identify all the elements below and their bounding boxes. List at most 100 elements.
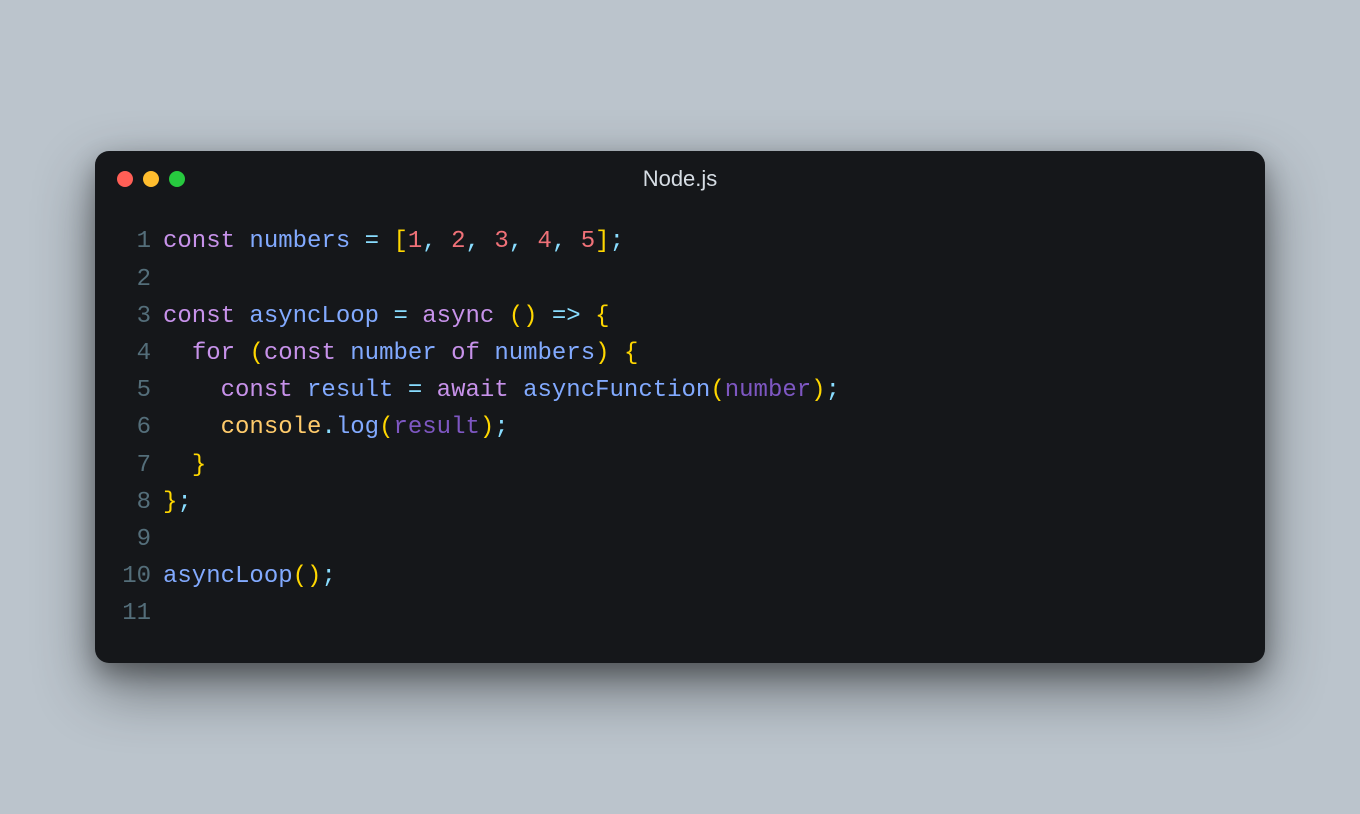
token-builtin: console	[221, 414, 322, 441]
line-number: 9	[95, 521, 163, 558]
token-operator: =	[393, 303, 407, 330]
token-plain	[163, 377, 221, 404]
token-var: numbers	[249, 228, 350, 255]
token-bracket: )	[595, 340, 609, 367]
code-line: 8};	[95, 484, 1265, 521]
token-plain	[566, 228, 580, 255]
token-punct: ,	[552, 228, 566, 255]
token-operator: =	[365, 228, 379, 255]
token-plain	[408, 303, 422, 330]
token-bracket: (	[379, 414, 393, 441]
code-line: 6 console.log(result);	[95, 409, 1265, 446]
token-bracket: (	[249, 340, 263, 367]
token-keyword: async	[422, 303, 494, 330]
token-punct: ;	[321, 563, 335, 590]
token-plain	[437, 340, 451, 367]
token-plain	[610, 340, 624, 367]
token-plain	[437, 228, 451, 255]
line-content: asyncLoop();	[163, 558, 336, 595]
line-number: 4	[95, 335, 163, 372]
token-func: asyncLoop	[163, 563, 293, 590]
token-plain	[538, 303, 552, 330]
maximize-button[interactable]	[169, 171, 185, 187]
token-number: 3	[494, 228, 508, 255]
code-line: 5 const result = await asyncFunction(num…	[95, 372, 1265, 409]
token-plain	[581, 303, 595, 330]
token-punct: ,	[466, 228, 480, 255]
token-punct: ;	[494, 414, 508, 441]
token-punct: ;	[826, 377, 840, 404]
line-number: 11	[95, 595, 163, 632]
token-plain	[163, 452, 192, 479]
token-func: asyncLoop	[249, 303, 379, 330]
token-punct: .	[321, 414, 335, 441]
token-operator: =	[408, 377, 422, 404]
line-content: console.log(result);	[163, 409, 509, 446]
code-editor[interactable]: 1const numbers = [1, 2, 3, 4, 5];23const…	[95, 195, 1265, 662]
token-plain	[379, 228, 393, 255]
code-line: 4 for (const number of numbers) {	[95, 335, 1265, 372]
token-bracket: (	[509, 303, 523, 330]
token-bracket: )	[480, 414, 494, 441]
code-line: 2	[95, 261, 1265, 298]
minimize-button[interactable]	[143, 171, 159, 187]
token-var: number	[350, 340, 436, 367]
close-button[interactable]	[117, 171, 133, 187]
token-keyword: const	[163, 228, 235, 255]
token-plain	[350, 228, 364, 255]
token-plain	[163, 414, 221, 441]
token-keyword: const	[221, 377, 293, 404]
code-line: 1const numbers = [1, 2, 3, 4, 5];	[95, 223, 1265, 260]
token-bracket: }	[192, 452, 206, 479]
line-content: };	[163, 484, 192, 521]
token-plain	[393, 377, 407, 404]
token-keyword: of	[451, 340, 480, 367]
line-number: 5	[95, 372, 163, 409]
token-punct: ,	[509, 228, 523, 255]
token-plain	[494, 303, 508, 330]
traffic-lights	[117, 171, 185, 187]
code-window: Node.js 1const numbers = [1, 2, 3, 4, 5]…	[95, 151, 1265, 662]
line-content: const numbers = [1, 2, 3, 4, 5];	[163, 223, 624, 260]
token-number: 2	[451, 228, 465, 255]
line-content: for (const number of numbers) {	[163, 335, 638, 372]
token-bracket: {	[595, 303, 609, 330]
token-bracket: ]	[595, 228, 609, 255]
token-bracket: {	[624, 340, 638, 367]
line-number: 3	[95, 298, 163, 335]
token-param: number	[725, 377, 811, 404]
token-plain	[235, 340, 249, 367]
window-title: Node.js	[643, 166, 718, 192]
token-plain	[235, 228, 249, 255]
token-bracket: )	[307, 563, 321, 590]
token-number: 1	[408, 228, 422, 255]
code-line: 7 }	[95, 447, 1265, 484]
token-plain	[523, 228, 537, 255]
token-bracket: )	[523, 303, 537, 330]
line-number: 2	[95, 261, 163, 298]
token-func: asyncFunction	[523, 377, 710, 404]
line-content: const asyncLoop = async () => {	[163, 298, 610, 335]
token-plain	[235, 303, 249, 330]
line-number: 6	[95, 409, 163, 446]
token-bracket: [	[393, 228, 407, 255]
token-punct: ;	[610, 228, 624, 255]
token-plain	[293, 377, 307, 404]
token-plain	[422, 377, 436, 404]
token-plain	[480, 340, 494, 367]
line-number: 8	[95, 484, 163, 521]
line-number: 1	[95, 223, 163, 260]
token-keyword: await	[437, 377, 509, 404]
token-property: log	[336, 414, 379, 441]
code-line: 10asyncLoop();	[95, 558, 1265, 595]
code-line: 9	[95, 521, 1265, 558]
line-content: const result = await asyncFunction(numbe…	[163, 372, 840, 409]
line-number: 10	[95, 558, 163, 595]
token-plain	[336, 340, 350, 367]
token-number: 5	[581, 228, 595, 255]
token-var: result	[307, 377, 393, 404]
code-line: 3const asyncLoop = async () => {	[95, 298, 1265, 335]
token-plain	[509, 377, 523, 404]
token-operator: =>	[552, 303, 581, 330]
token-param: result	[393, 414, 479, 441]
